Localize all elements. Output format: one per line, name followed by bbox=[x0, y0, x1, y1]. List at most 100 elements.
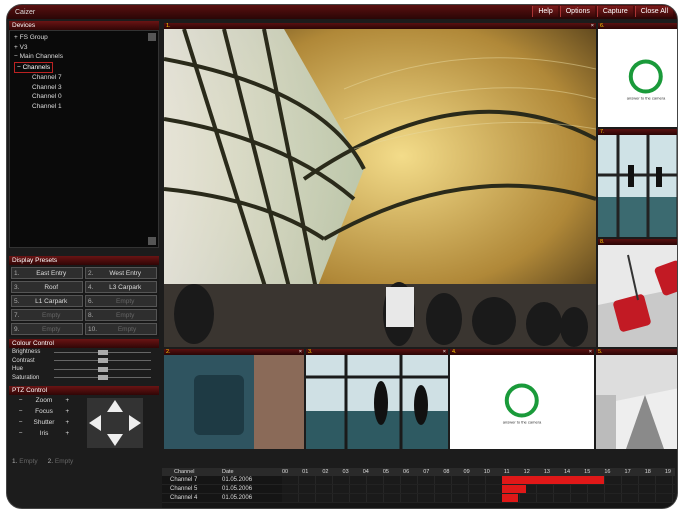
timeline-date: 01.05.2006 bbox=[222, 495, 253, 501]
recording-segment[interactable] bbox=[502, 485, 526, 493]
hour-tick: 03 bbox=[342, 469, 349, 475]
ptz-row: − Iris + bbox=[9, 428, 79, 439]
plus-button[interactable]: + bbox=[56, 397, 79, 404]
slider-label: Brightness bbox=[12, 349, 41, 356]
presets-header[interactable]: Display Presets bbox=[9, 256, 159, 265]
timeline-row[interactable]: Channel 7 01.05.2006 bbox=[162, 476, 675, 485]
capture-menu[interactable]: Capture bbox=[596, 6, 633, 17]
arrow-up-icon[interactable] bbox=[107, 400, 123, 412]
timeline-row[interactable]: Channel 4 01.05.2006 bbox=[162, 494, 675, 503]
timeline-track[interactable] bbox=[282, 476, 675, 484]
slider-thumb[interactable] bbox=[97, 366, 108, 372]
slider-track[interactable] bbox=[54, 375, 151, 381]
preset-button[interactable]: 9. Empty bbox=[11, 323, 83, 335]
video-cell-3[interactable]: 3. × bbox=[306, 349, 448, 449]
video-cell-2[interactable]: 2. × bbox=[164, 349, 304, 449]
plus-button[interactable]: + bbox=[56, 430, 79, 437]
tree-item[interactable]: + FS Group bbox=[14, 33, 154, 43]
video-cell-4[interactable]: 4. × answer to the camera bbox=[450, 349, 594, 449]
arrow-left-icon[interactable] bbox=[89, 415, 101, 431]
hour-tick: 09 bbox=[463, 469, 470, 475]
preset-button[interactable]: 5. L1 Carpark bbox=[11, 295, 83, 307]
timeline-track[interactable] bbox=[282, 494, 675, 502]
tree-item-selected[interactable]: − Channels bbox=[14, 61, 54, 73]
preset-number: 1. bbox=[14, 269, 20, 277]
slider-thumb[interactable] bbox=[97, 375, 108, 381]
luggage-closeup-image bbox=[164, 355, 304, 449]
hour-tick: 15 bbox=[584, 469, 591, 475]
tree-channel[interactable]: Channel 1 bbox=[14, 102, 154, 112]
scroll-down-icon[interactable] bbox=[148, 237, 156, 245]
preset-number: 10. bbox=[88, 325, 98, 333]
preset-button[interactable]: 4. L3 Carpark bbox=[85, 281, 157, 293]
slider-thumb[interactable] bbox=[97, 358, 108, 364]
preset-button[interactable]: 10. Empty bbox=[85, 323, 157, 335]
ptz-dpad[interactable] bbox=[87, 398, 143, 448]
timeline-row[interactable]: Channel 5 01.05.2006 bbox=[162, 485, 675, 494]
preset-label: East Entry bbox=[36, 269, 67, 277]
slider-track[interactable] bbox=[54, 358, 151, 364]
slider-track[interactable] bbox=[54, 349, 151, 355]
help-menu[interactable]: Help bbox=[532, 6, 558, 17]
video-cell-5[interactable]: 5. bbox=[596, 349, 677, 449]
cell-number: 4. bbox=[452, 349, 457, 355]
minus-button[interactable]: − bbox=[9, 408, 32, 415]
logo-tagline: answer to the camera bbox=[502, 419, 542, 425]
ptz-row: − Shutter + bbox=[9, 417, 79, 428]
preset-button[interactable]: 2. West Entry bbox=[85, 267, 157, 279]
tree-item[interactable]: − Main Channels bbox=[14, 52, 154, 62]
arrow-down-icon[interactable] bbox=[107, 434, 123, 446]
hour-tick: 19 bbox=[664, 469, 671, 475]
options-menu[interactable]: Options bbox=[559, 6, 595, 17]
preset-label: L1 Carpark bbox=[35, 297, 68, 305]
video-cell-8[interactable]: 8. bbox=[598, 239, 677, 347]
ptz-preset[interactable]: 1. Empty bbox=[12, 458, 38, 465]
plus-button[interactable]: + bbox=[56, 408, 79, 415]
close-icon[interactable]: × bbox=[589, 349, 592, 355]
hour-tick: 02 bbox=[322, 469, 329, 475]
devices-tree[interactable]: + FS Group + V3 − Main Channels − Channe… bbox=[9, 30, 159, 248]
recording-segment[interactable] bbox=[502, 476, 605, 484]
hour-tick: 13 bbox=[543, 469, 550, 475]
preset-button[interactable]: 8. Empty bbox=[85, 309, 157, 321]
devices-header[interactable]: Devices bbox=[9, 21, 159, 30]
hour-tick: 05 bbox=[382, 469, 389, 475]
slider-thumb[interactable] bbox=[97, 349, 108, 355]
minus-button[interactable]: − bbox=[9, 430, 32, 437]
timeline-date: 01.05.2006 bbox=[222, 477, 253, 483]
color-control-panel: Colour Control Brightness Contrast Hue Satu… bbox=[9, 339, 159, 382]
terminal-hall-image bbox=[596, 355, 677, 449]
tree-channel[interactable]: Channel 3 bbox=[14, 83, 154, 93]
plus-button[interactable]: + bbox=[56, 419, 79, 426]
ptz-row: − Zoom + bbox=[9, 395, 79, 406]
cell-number: 6. bbox=[600, 23, 605, 29]
tree-channel[interactable]: Channel 7 bbox=[14, 73, 154, 83]
ptz-label: Shutter bbox=[33, 419, 55, 426]
video-cell-6[interactable]: 6. answer to the camera bbox=[598, 23, 677, 127]
video-cell-main[interactable]: 1. × bbox=[164, 23, 596, 347]
scroll-up-icon[interactable] bbox=[148, 33, 156, 41]
timeline-track[interactable] bbox=[282, 485, 675, 493]
color-control-header[interactable]: Colour Control bbox=[9, 339, 159, 348]
tree-channel[interactable]: Channel 0 bbox=[14, 92, 154, 102]
preset-button[interactable]: 1. East Entry bbox=[11, 267, 83, 279]
preset-button[interactable]: 6. Empty bbox=[85, 295, 157, 307]
tree-item[interactable]: + V3 bbox=[14, 43, 154, 53]
preset-button[interactable]: 7. Empty bbox=[11, 309, 83, 321]
hour-tick: 07 bbox=[423, 469, 430, 475]
hour-tick: 06 bbox=[403, 469, 410, 475]
ptz-label: Zoom bbox=[35, 397, 53, 404]
video-cell-7[interactable]: 7. bbox=[598, 129, 677, 237]
preset-number: 9. bbox=[14, 325, 20, 333]
ptz-header[interactable]: PTZ Control bbox=[9, 386, 159, 395]
preset-button[interactable]: 3. Roof bbox=[11, 281, 83, 293]
slider-label: Contrast bbox=[12, 357, 35, 364]
preset-number: 3. bbox=[14, 283, 20, 291]
minus-button[interactable]: − bbox=[9, 419, 32, 426]
arrow-right-icon[interactable] bbox=[129, 415, 141, 431]
close-all-menu[interactable]: Close All bbox=[634, 6, 673, 17]
slider-track[interactable] bbox=[54, 366, 151, 372]
recording-segment[interactable] bbox=[502, 494, 518, 502]
ptz-preset[interactable]: 2. Empty bbox=[48, 458, 74, 465]
minus-button[interactable]: − bbox=[9, 397, 32, 404]
